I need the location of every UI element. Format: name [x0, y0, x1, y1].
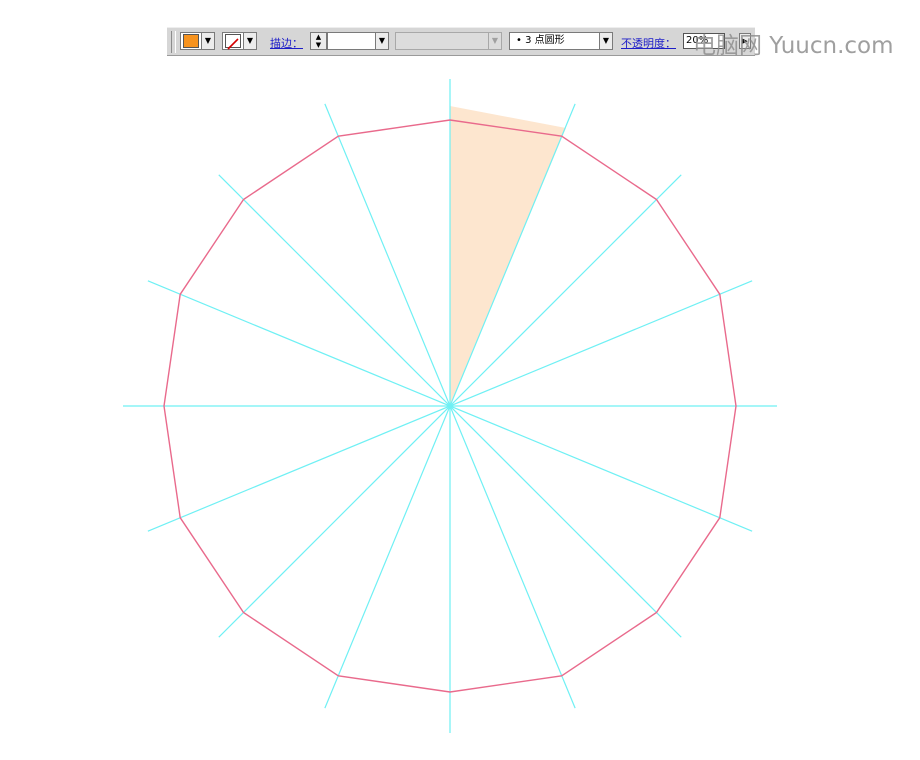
- artboard-canvas[interactable]: [0, 0, 920, 760]
- guide-lines: [123, 79, 777, 733]
- selected-wedge[interactable]: [450, 106, 566, 406]
